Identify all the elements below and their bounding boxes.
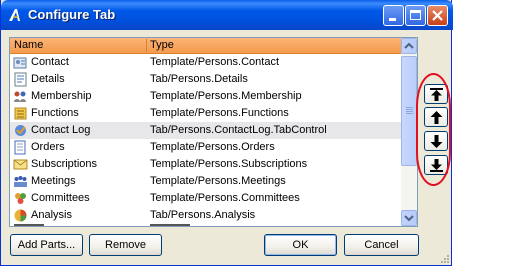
row-name: Details	[31, 73, 65, 85]
row-name: Contact	[31, 56, 69, 68]
committees-icon	[15, 193, 26, 204]
cancel-button[interactable]: Cancel	[344, 234, 419, 256]
membership-icon	[14, 91, 26, 102]
table-row[interactable]: Contact Log Tab/Persons.ContactLog.TabCon…	[10, 122, 401, 139]
table-row[interactable]: Details Tab/Persons.Details	[10, 71, 401, 88]
row-name: Membership	[31, 90, 92, 102]
analysis-icon	[14, 209, 27, 222]
column-header-type[interactable]: Type	[150, 39, 174, 51]
chevron-down-icon	[404, 215, 414, 222]
chevron-up-icon	[404, 42, 414, 49]
list-header: Name Type	[10, 38, 401, 54]
row-type: Template/Persons.Committees	[150, 192, 300, 204]
functions-icon	[14, 107, 27, 120]
contact-log-icon	[15, 125, 26, 136]
partial-name-text	[14, 224, 44, 226]
remove-button[interactable]: Remove	[89, 234, 162, 256]
row-name: Subscriptions	[31, 158, 98, 170]
contact-card-icon	[13, 57, 27, 69]
table-row[interactable]: Functions Template/Persons.Functions	[10, 105, 401, 122]
row-name: Functions	[31, 107, 79, 119]
minimize-button[interactable]	[383, 5, 404, 26]
resize-grip-icon[interactable]	[438, 252, 450, 264]
row-type: Tab/Persons.Analysis	[150, 209, 256, 221]
row-type: Tab/Persons.ContactLog.TabControl	[150, 124, 327, 136]
table-row[interactable]: Orders Template/Persons.Orders	[10, 139, 401, 156]
row-name: Meetings	[31, 175, 76, 187]
highlight-annotation-ring	[416, 73, 451, 186]
table-row[interactable]: Analysis Tab/Persons.Analysis	[10, 207, 401, 224]
details-icon	[14, 72, 27, 87]
column-header-name[interactable]: Name	[14, 39, 43, 51]
partial-type-text	[150, 224, 190, 226]
orders-icon	[14, 140, 26, 155]
table-row[interactable]: Committees Template/Persons.Committees	[10, 190, 401, 207]
row-type: Template/Persons.Subscriptions	[150, 158, 308, 170]
row-type: Template/Persons.Contact	[150, 56, 280, 68]
app-logo-icon	[9, 9, 20, 21]
meetings-icon	[14, 176, 27, 187]
ok-button[interactable]: OK	[264, 234, 337, 256]
close-icon	[432, 10, 443, 21]
table-row[interactable]: Meetings Template/Persons.Meetings	[10, 173, 401, 190]
row-type: Template/Persons.Orders	[150, 141, 275, 153]
column-divider[interactable]	[146, 39, 147, 52]
window-title: Configure Tab	[28, 7, 116, 22]
table-row[interactable]: Subscriptions Template/Persons.Subscripti…	[10, 156, 401, 173]
scroll-down-button[interactable]	[401, 210, 417, 226]
title-bar[interactable]: Configure Tab	[1, 0, 453, 30]
minimize-icon	[389, 18, 396, 21]
row-name: Analysis	[31, 209, 72, 221]
row-type: Template/Persons.Meetings	[150, 175, 286, 187]
add-parts-button[interactable]: Add Parts...	[10, 234, 83, 256]
vertical-scrollbar[interactable]	[401, 38, 417, 226]
table-row-partial[interactable]	[10, 224, 401, 226]
close-button[interactable]	[427, 5, 448, 26]
table-row[interactable]: Contact Template/Persons.Contact	[10, 54, 401, 71]
table-row[interactable]: Membership Template/Persons.Membership	[10, 88, 401, 105]
scroll-thumb[interactable]	[401, 56, 417, 166]
row-type: Template/Persons.Membership	[150, 90, 302, 102]
tab-parts-list[interactable]: Name Type Contact Template/Persons.Contac…	[9, 37, 418, 227]
row-type: Template/Persons.Functions	[150, 107, 289, 119]
scroll-up-button[interactable]	[401, 38, 417, 54]
subscriptions-icon	[13, 159, 28, 170]
maximize-icon	[410, 10, 421, 20]
row-type: Tab/Persons.Details	[150, 73, 248, 85]
configure-tab-dialog: Configure Tab Name Type Contact Template/…	[0, 0, 453, 266]
row-name: Committees	[31, 192, 90, 204]
row-name: Orders	[31, 141, 65, 153]
row-name: Contact Log	[31, 124, 91, 136]
maximize-button[interactable]	[405, 5, 426, 26]
